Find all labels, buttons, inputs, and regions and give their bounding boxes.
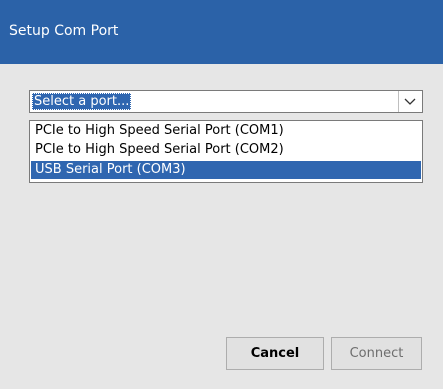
port-option-com1[interactable]: PCIe to High Speed Serial Port (COM1) — [31, 122, 421, 140]
connect-button[interactable]: Connect — [331, 337, 422, 370]
setup-com-port-dialog: Setup Com Port Select a port... PCIe to … — [0, 0, 443, 389]
cancel-button[interactable]: Cancel — [226, 337, 324, 370]
port-dropdown-list: PCIe to High Speed Serial Port (COM1) PC… — [29, 120, 423, 183]
port-option-com3[interactable]: USB Serial Port (COM3) — [31, 161, 421, 179]
port-select-placeholder: Select a port... — [32, 93, 132, 110]
dialog-title: Setup Com Port — [9, 23, 119, 39]
chevron-down-icon[interactable] — [402, 95, 418, 108]
port-select-combobox[interactable]: Select a port... — [29, 90, 423, 113]
port-option-com2[interactable]: PCIe to High Speed Serial Port (COM2) — [31, 141, 421, 159]
dialog-titlebar: Setup Com Port — [0, 0, 443, 64]
combo-divider — [398, 91, 399, 112]
